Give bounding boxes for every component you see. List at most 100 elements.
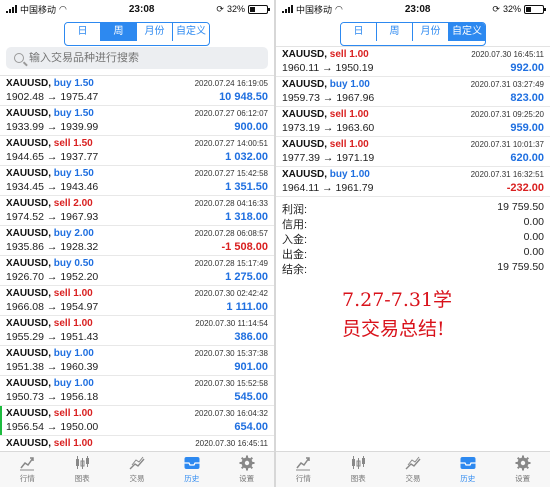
tab-label: 行情 [295,474,311,483]
tab-settings[interactable]: 设置 [495,452,550,487]
table-row[interactable]: XAUUSD, sell 1.00 2020.07.31 09:25:20 1973… [276,107,550,137]
tab-quotes[interactable]: 行情 [0,452,55,487]
trade-prices: 1926.70 → 1952.20 [6,271,98,283]
trade-datetime: 2020.07.30 16:04:32 [194,409,268,418]
trade-lots: 2.00 [74,228,94,239]
arrow-right-icon: → [322,62,333,74]
open-price: 1956.54 [6,421,44,433]
trade-profit: 823.00 [510,92,544,104]
symbol: XAUUSD [6,198,49,209]
tab-label: 设置 [239,474,255,483]
tab-chart[interactable]: 图表 [55,452,110,487]
trade-datetime: 2020.07.28 06:08:57 [194,229,268,238]
arrow-right-icon: → [322,152,334,164]
table-row[interactable]: XAUUSD, buy 1.50 2020.07.24 16:19:05 1902.… [0,76,274,106]
summary-value: 19 759.50 [497,261,544,273]
trade-lots: 1.00 [74,378,94,389]
table-row[interactable]: XAUUSD, sell 2.00 2020.07.28 04:16:33 1974… [0,196,274,226]
open-price: 1966.08 [6,301,44,313]
trade-profit: 10 948.50 [219,91,268,103]
tab-settings[interactable]: 设置 [219,452,274,487]
trade-prices: 1902.48 → 1975.47 [6,91,98,103]
chart-icon [72,455,92,471]
segment-0[interactable]: 日 [341,23,377,41]
search-bar[interactable] [6,47,268,69]
trade-profit: 1 351.50 [225,181,268,193]
trade-profit: 901.00 [234,361,268,373]
carrier-label: 中国移动 [296,4,333,15]
tab-label: 图表 [74,474,90,483]
open-price: 1935.86 [6,241,44,253]
tab-label: 行情 [19,474,35,483]
trade-side: sell [329,109,347,120]
summary-value: 0.00 [523,246,544,258]
open-price: 1974.52 [6,211,44,223]
segment-3[interactable]: 自定义 [449,23,485,41]
close-price: 1954.97 [60,301,99,313]
table-row[interactable]: XAUUSD, buy 1.50 2020.07.27 15:42:58 1934.… [0,166,274,196]
table-row[interactable]: XAUUSD, sell 1.50 2020.07.27 14:00:51 1944… [0,136,274,166]
summary-value: 0.00 [523,216,544,228]
trade-title: XAUUSD, sell 1.00 [282,109,369,120]
tab-chart[interactable]: 图表 [331,452,386,487]
open-price: 1902.48 [6,91,44,103]
open-price: 1926.70 [6,271,44,283]
trade-side: buy [53,78,72,89]
trade-profit: 1 111.00 [226,301,268,313]
trade-prices: 1950.73 → 1956.18 [6,391,98,403]
table-row[interactable]: XAUUSD, sell 1.00 2020.07.30 02:42:42 1966… [0,286,274,316]
trade-lots: 1.50 [73,138,93,149]
table-row[interactable]: XAUUSD, buy 0.50 2020.07.28 15:17:49 1926.… [0,256,274,286]
summary-label: 出金: [282,249,308,261]
battery-icon [247,4,270,14]
table-row[interactable]: XAUUSD, buy 1.00 2020.07.30 15:37:38 1951.… [0,346,274,376]
segment-1[interactable]: 周 [377,23,413,41]
table-row[interactable]: XAUUSD, buy 1.00 2020.07.30 15:52:58 1950.… [0,376,274,406]
segment-0[interactable]: 日 [65,23,101,41]
segment-3[interactable]: 自定义 [173,23,209,41]
symbol: XAUUSD [6,168,49,179]
tab-trade[interactable]: 交易 [386,452,441,487]
symbol: XAUUSD [6,438,49,449]
summary-label: 信用: [282,219,308,231]
open-price: 1959.73 [282,92,320,104]
symbol: XAUUSD [6,78,49,89]
clock: 23:08 [128,3,155,15]
trade-title: XAUUSD, buy 1.50 [6,78,94,89]
trade-prices: 1955.29 → 1951.43 [6,331,98,343]
close-price: 1960.39 [60,361,99,373]
symbol: XAUUSD [6,288,49,299]
tab-history[interactable]: 历史 [440,452,495,487]
segment-1[interactable]: 周 [101,23,137,41]
close-price: 1967.93 [60,211,99,223]
trade-datetime: 2020.07.31 10:01:37 [470,140,544,149]
right-phone-screen: 中国移动 ◠ 23:08 ⟳ 32% 日周月份 自定义 XAUUSD, sell … [276,0,550,487]
segment-2[interactable]: 月份 [137,23,173,41]
trade-title: XAUUSD, sell 1.00 [6,318,93,329]
table-row[interactable]: XAUUSD, buy 1.00 2020.07.31 16:32:51 1964.… [276,167,550,197]
table-row[interactable]: XAUUSD, sell 1.00 2020.07.30 16:04:32 1956… [0,406,274,436]
tab-history[interactable]: 历史 [164,452,219,487]
battery-icon [523,4,546,14]
table-row[interactable]: XAUUSD, buy 1.00 2020.07.31 03:27:49 1959.… [276,77,550,107]
open-price: 1960.11 [282,62,320,74]
tab-label: 历史 [184,474,200,483]
table-row[interactable]: XAUUSD, buy 1.50 2020.07.27 06:12:07 1933.… [0,106,274,136]
tab-quotes[interactable]: 行情 [276,452,331,487]
open-price: 1973.19 [282,122,320,134]
tab-trade[interactable]: 交易 [110,452,165,487]
segment-2[interactable]: 月份 [413,23,449,41]
history-icon [182,455,202,471]
battery-percent: 32% [226,4,245,14]
table-row[interactable]: XAUUSD, buy 2.00 2020.07.28 06:08:57 1935.… [0,226,274,256]
close-price: 1967.96 [336,92,375,104]
trade-title: XAUUSD, sell 1.00 [282,139,369,150]
table-row[interactable]: XAUUSD, sell 1.00 2020.07.31 10:01:37 1977… [276,137,550,167]
table-row[interactable]: XAUUSD, sell 1.00 2020.07.30 16:45:11 1960… [276,47,550,77]
period-selector: 日周月份 自定义 [0,18,274,46]
table-row[interactable]: XAUUSD, sell 1.00 2020.07.30 11:14:54 1955… [0,316,274,346]
search-input[interactable] [29,52,229,64]
tab-label: 交易 [129,474,145,483]
note-line: 7.27-7.31学 [342,289,453,311]
trade-profit: 1 275.00 [225,271,268,283]
